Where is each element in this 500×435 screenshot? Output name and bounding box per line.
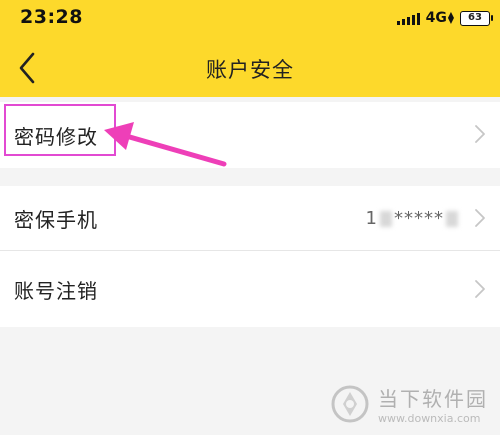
- redaction-blur: [446, 210, 458, 227]
- watermark: 当下软件园 www.downxia.com: [330, 383, 488, 425]
- menu-item-label: 密保手机: [14, 207, 98, 232]
- signal-icon: [396, 11, 420, 25]
- battery-level: 63: [468, 11, 482, 23]
- data-arrows-icon: ▲ ▼: [447, 10, 454, 25]
- watermark-url: www.downxia.com: [378, 412, 481, 425]
- menu-item-label: 账号注销: [14, 278, 98, 303]
- watermark-title: 当下软件园: [378, 387, 488, 411]
- chevron-right-icon: [475, 125, 485, 143]
- network-label: 4G: [425, 10, 447, 26]
- header-bar: 23:28 4G ▲ ▼ 63 账户安全: [0, 0, 500, 97]
- status-icons: 4G ▲ ▼ 63: [396, 8, 493, 28]
- menu-item-account-deletion[interactable]: 账号注销: [0, 251, 500, 327]
- annotation-arrow-icon: [104, 122, 227, 167]
- battery-icon: 63: [460, 10, 493, 26]
- phone-masked: *****: [394, 207, 444, 229]
- phone-number-value: 1 *****: [366, 208, 460, 229]
- phone-prefix: 1: [365, 207, 378, 229]
- status-time: 23:28: [20, 6, 83, 28]
- chevron-right-icon: [475, 280, 485, 298]
- redaction-blur: [380, 210, 392, 227]
- page-title: 账户安全: [206, 58, 294, 82]
- menu-item-security-phone[interactable]: 密保手机 1 *****: [0, 186, 500, 250]
- watermark-logo-icon: [331, 385, 369, 423]
- chevron-right-icon: [475, 209, 485, 227]
